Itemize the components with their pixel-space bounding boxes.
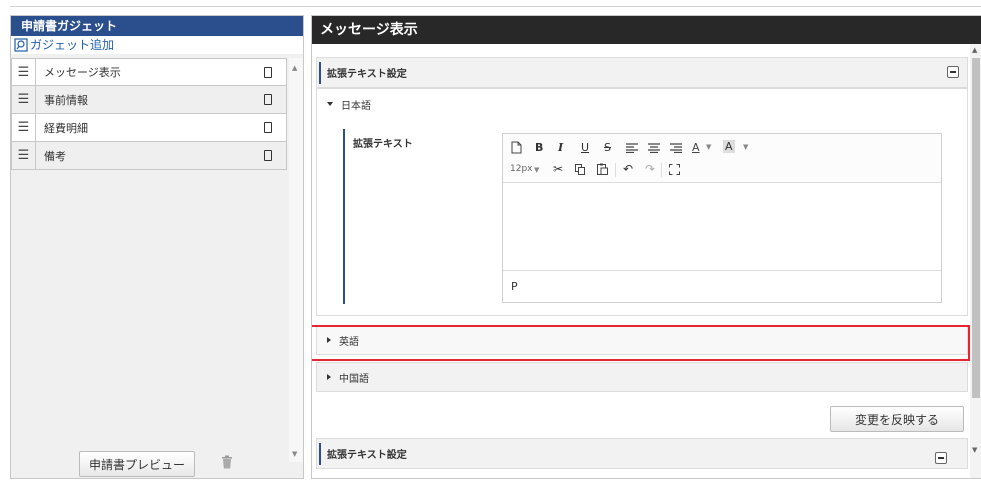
trash-icon[interactable] (221, 455, 233, 469)
language-toggle-chinese[interactable]: 中国語 (316, 362, 968, 392)
dropdown-arrow-icon[interactable]: ▼ (743, 143, 748, 151)
field-label: 拡張テキスト (353, 139, 413, 150)
apply-changes-button[interactable]: 変更を反映する (830, 406, 964, 432)
gadget-settings-panel: メッセージ表示 拡張テキスト設定 日本語 拡張テキスト B I U S A ▼ … (311, 15, 981, 479)
gadget-item-label: 経費明細 (44, 121, 88, 135)
mobile-icon[interactable] (264, 94, 272, 105)
scrollbar-thumb[interactable] (972, 58, 980, 398)
gadget-item-preinfo[interactable]: ☰ 事前情報 (11, 86, 287, 114)
gadget-item-remarks[interactable]: ☰ 備考 (11, 142, 287, 170)
cut-icon[interactable]: ✂ (553, 162, 563, 176)
caret-down-icon (327, 102, 333, 106)
gadget-item-label: 備考 (44, 149, 66, 163)
list-handle-icon[interactable]: ☰ (12, 142, 36, 169)
undo-icon[interactable]: ↶ (623, 162, 633, 176)
editor-content-area[interactable] (503, 183, 941, 270)
dropdown-arrow-icon[interactable]: ▼ (534, 166, 539, 174)
search-icon (14, 38, 28, 52)
language-label: 中国語 (339, 373, 369, 385)
collapse-icon[interactable] (935, 452, 947, 464)
gadget-panel: 申請書ガジェット ガジェット追加 ☰ メッセージ表示 ☰ 事前情報 ☰ 経費明細… (10, 15, 304, 479)
toolbar-separator (661, 163, 662, 177)
underline-button[interactable]: U (581, 141, 589, 154)
collapse-icon[interactable] (947, 66, 959, 78)
gadget-item-label: 事前情報 (44, 93, 88, 107)
rich-text-editor: B I U S A ▼ A ▼ 12px ▼ ✂ ↶ ↷ P (502, 133, 942, 303)
settings-panel-title: メッセージ表示 (312, 16, 981, 44)
add-gadget-link[interactable]: ガジェット追加 (11, 36, 303, 54)
settings-scrollbar[interactable]: ▲ ▼ (970, 44, 981, 478)
section-title: 拡張テキスト設定 (327, 69, 407, 80)
gadget-item-expense[interactable]: ☰ 経費明細 (11, 114, 287, 142)
strikethrough-button[interactable]: S (604, 141, 611, 154)
editor-status-path: P (503, 270, 941, 304)
dropdown-arrow-icon[interactable]: ▼ (706, 143, 711, 151)
language-toggle-japanese[interactable]: 日本語 (317, 89, 967, 119)
extended-text-field: 拡張テキスト B I U S A ▼ A ▼ 12px ▼ ✂ ↶ ↷ P (343, 129, 950, 304)
toolbar-separator (615, 163, 616, 177)
language-label: 日本語 (341, 100, 371, 112)
copy-icon[interactable] (575, 164, 586, 175)
mobile-icon[interactable] (264, 66, 272, 78)
new-document-icon[interactable] (511, 141, 522, 154)
preview-button[interactable]: 申請書プレビュー (79, 451, 195, 477)
list-handle-icon[interactable]: ☰ (12, 86, 36, 113)
text-color-button[interactable]: A (692, 141, 700, 154)
paste-icon[interactable] (597, 163, 608, 175)
mobile-icon[interactable] (264, 122, 272, 133)
background-color-button[interactable]: A (723, 140, 735, 153)
font-size-select[interactable]: 12px (510, 164, 533, 174)
align-right-icon[interactable] (670, 143, 682, 153)
scroll-up-icon[interactable]: ▲ (972, 46, 977, 54)
gadget-list-scrollbar[interactable]: ▲ ▼ (289, 58, 303, 462)
fullscreen-icon[interactable] (669, 164, 680, 175)
list-handle-icon[interactable]: ☰ (12, 114, 36, 141)
extended-text-settings-header[interactable]: 拡張テキスト設定 (316, 57, 968, 88)
gadget-item-label: メッセージ表示 (44, 66, 121, 79)
section-title: 拡張テキスト設定 (327, 450, 407, 461)
highlight-box (312, 325, 970, 361)
language-section-japanese: 日本語 拡張テキスト B I U S A ▼ A ▼ 12px ▼ ✂ ↶ ↷ … (316, 88, 968, 316)
redo-icon[interactable]: ↷ (645, 162, 655, 176)
italic-button[interactable]: I (558, 141, 563, 154)
scroll-up-icon[interactable]: ▲ (292, 64, 297, 72)
section-accent (319, 61, 321, 84)
bold-button[interactable]: B (535, 141, 543, 154)
mobile-icon[interactable] (264, 150, 272, 161)
gadget-item-message[interactable]: ☰ メッセージ表示 (11, 58, 287, 86)
gadget-list: ☰ メッセージ表示 ☰ 事前情報 ☰ 経費明細 ☰ 備考 (11, 58, 287, 170)
caret-right-icon (327, 374, 331, 380)
scroll-down-icon[interactable]: ▼ (292, 450, 297, 458)
top-divider (10, 6, 981, 7)
scroll-down-icon[interactable]: ▼ (972, 446, 977, 454)
editor-toolbar: B I U S A ▼ A ▼ 12px ▼ ✂ ↶ ↷ (503, 134, 941, 183)
add-gadget-label: ガジェット追加 (30, 38, 115, 52)
gadget-panel-title: 申請書ガジェット (11, 16, 303, 36)
list-handle-icon[interactable]: ☰ (12, 59, 36, 85)
align-center-icon[interactable] (648, 143, 660, 153)
extended-text-settings-header-2[interactable]: 拡張テキスト設定 (316, 438, 968, 469)
section-accent (319, 442, 321, 465)
align-left-icon[interactable] (626, 143, 638, 153)
